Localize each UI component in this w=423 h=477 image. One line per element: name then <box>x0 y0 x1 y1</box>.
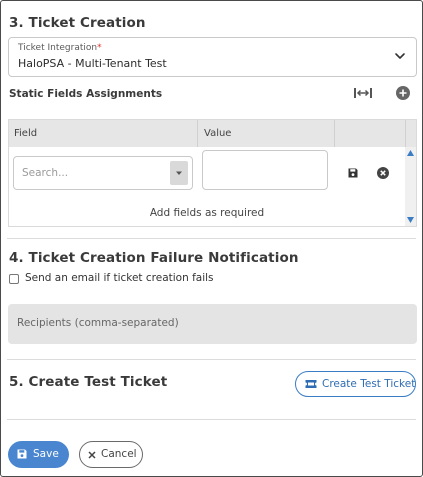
create-test-ticket-label: Create Test Ticket <box>322 378 416 390</box>
create-test-ticket-button[interactable]: Create Test Ticket <box>295 371 416 397</box>
column-divider <box>405 120 406 147</box>
remove-circle-icon[interactable] <box>377 167 389 179</box>
ticket-integration-label-text: Ticket Integration <box>18 43 98 53</box>
recipients-input[interactable]: Recipients (comma-separated) <box>8 304 417 344</box>
recipients-placeholder: Recipients (comma-separated) <box>17 317 179 329</box>
ticket-integration-label: Ticket Integration* <box>18 43 102 53</box>
section-title-failure-notification: 4. Ticket Creation Failure Notification <box>9 250 299 266</box>
add-circle-icon[interactable] <box>396 86 410 100</box>
ticket-integration-value: HaloPSA - Multi-Tenant Test <box>18 57 167 70</box>
cancel-button-label: Cancel <box>101 448 137 460</box>
close-icon <box>88 451 96 459</box>
section-title-create-test-ticket: 5. Create Test Ticket <box>9 374 168 390</box>
section-title-ticket-creation: 3. Ticket Creation <box>9 15 146 31</box>
expand-horizontal-icon[interactable] <box>353 87 373 99</box>
field-search-placeholder: Search... <box>22 167 69 179</box>
column-divider <box>334 120 335 147</box>
cancel-button[interactable]: Cancel <box>79 441 143 468</box>
save-icon[interactable] <box>348 168 358 178</box>
field-value-input[interactable] <box>202 150 328 190</box>
static-fields-table: Field Value Search... Add fields as requ… <box>8 119 417 227</box>
table-header: Field Value <box>9 120 416 147</box>
section-divider <box>7 359 416 360</box>
static-fields-label: Static Fields Assignments <box>9 88 163 100</box>
field-search-select[interactable]: Search... <box>13 156 193 190</box>
settings-panel: 3. Ticket Creation Ticket Integration* H… <box>0 0 423 477</box>
save-button-label: Save <box>33 448 59 460</box>
field-dropdown-button[interactable] <box>170 161 188 185</box>
column-header-value: Value <box>204 128 232 139</box>
ticket-icon <box>305 380 317 388</box>
table-scrollbar[interactable] <box>405 147 416 226</box>
column-divider <box>197 120 198 147</box>
section-divider <box>7 419 416 420</box>
scroll-up-icon[interactable] <box>407 150 414 156</box>
dropdown-arrow-icon <box>176 171 182 175</box>
ticket-integration-select[interactable]: Ticket Integration* HaloPSA - Multi-Tena… <box>8 37 417 77</box>
column-header-field: Field <box>14 128 38 139</box>
chevron-down-icon[interactable] <box>394 50 406 62</box>
required-mark: * <box>97 43 102 53</box>
section-divider <box>7 238 416 239</box>
scroll-down-icon[interactable] <box>407 217 414 223</box>
send-email-checkbox[interactable] <box>9 274 19 284</box>
save-button[interactable]: Save <box>8 441 69 468</box>
add-fields-hint: Add fields as required <box>149 207 265 219</box>
save-icon <box>17 449 27 459</box>
send-email-checkbox-label[interactable]: Send an email if ticket creation fails <box>25 272 214 284</box>
